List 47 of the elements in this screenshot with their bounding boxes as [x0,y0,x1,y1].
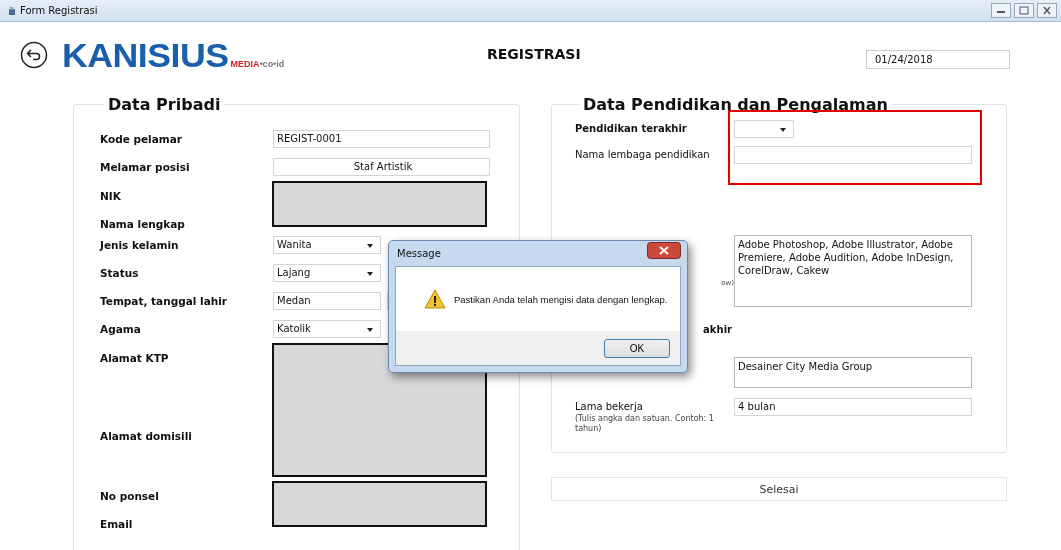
close-icon[interactable] [1037,3,1057,18]
text-area[interactable]: Adobe Photoshop, Adobe Illustrator, Adobe Premiere, Adobe Audition, Adobe InDesign, CorelDraw, Cakew [734,235,972,307]
field-label: No ponsel [100,490,159,502]
text-field[interactable]: REGIST-0001 [273,130,490,148]
text-field[interactable]: Staf Artistik [273,158,490,176]
close-icon[interactable] [647,242,681,259]
finish-button[interactable]: Selesai [551,477,1007,501]
dialog-message: Pastikan Anda telah mengisi data dengan lengkap. [454,293,668,305]
caret-icon [367,328,373,332]
field-label: NIK [100,190,121,202]
field-label: Tempat, tanggal lahir [100,295,228,307]
field-label: Alamat domisili [100,430,192,442]
field-label: Kode pelamar [100,133,183,145]
field-label: Nama lembaga pendidikan [575,149,711,160]
field-label: Agama [100,323,142,335]
text-field[interactable] [734,146,972,164]
minimize-icon[interactable] [991,3,1011,18]
place-field[interactable]: Medan [273,292,381,310]
caret-icon [367,272,373,276]
field-hint: (Tulis angka dan satuan. Contoh: 1 tahun) [575,414,715,434]
dialog-title: Message [397,248,441,259]
text-field[interactable]: 4 bulan [734,398,972,416]
window-title: Form Registrasi [20,5,98,16]
text-area[interactable]: Desainer City Media Group [734,357,972,388]
field-label: akhir [703,324,732,335]
field-label: Nama lengkap [100,218,185,230]
date-field[interactable]: 01/24/2018 [866,50,1010,69]
field-label: Lama bekerja [575,401,644,412]
dropdown[interactable]: Katolik [273,320,381,338]
dropdown[interactable]: Wanita [273,236,381,254]
page-title: REGISTRASI [487,46,581,62]
caret-icon [780,128,786,132]
app-icon [8,5,16,16]
field-label: Jenis kelamin [100,239,180,251]
panel-title: Data Pendidikan dan Pengalaman [582,95,889,114]
field-label: Pendidikan terakhir [575,123,688,134]
panel-title: Data Pribadi [107,95,222,114]
ok-button[interactable]: OK [604,338,670,358]
warning-icon [424,289,446,309]
caret-icon [367,244,373,248]
field-label: Alamat KTP [100,352,169,364]
logo: KANISIUS MEDIA•co•id [66,38,285,72]
field-label: Status [100,267,140,279]
field-label: Email [100,518,133,530]
dropdown[interactable]: Lajang [273,264,381,282]
back-icon[interactable] [20,41,48,69]
field-label: Melamar posisi [100,161,191,173]
